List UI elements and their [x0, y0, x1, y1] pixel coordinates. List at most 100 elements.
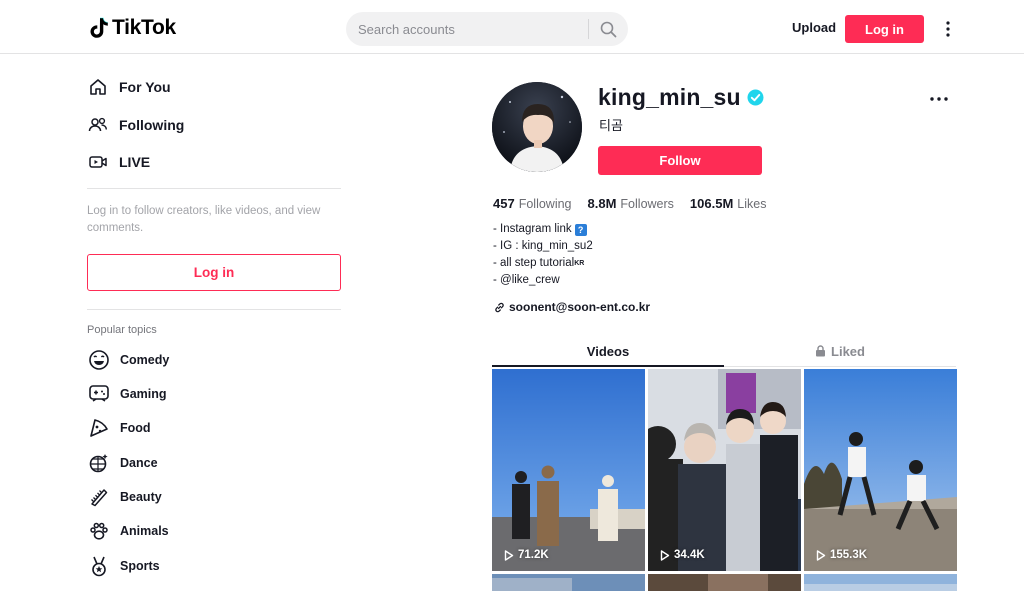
topic-label: Comedy [120, 353, 170, 367]
popular-topics-title: Popular topics [87, 324, 157, 336]
topic-comedy[interactable]: Comedy [87, 347, 169, 373]
profile-username-row: king_min_su [598, 84, 764, 111]
sidebar-divider [87, 188, 341, 189]
video-thumbnail [492, 369, 645, 571]
profile-avatar [492, 82, 582, 172]
nav-following[interactable]: Following [87, 110, 184, 140]
bio-text: - all step tutorial [493, 257, 575, 269]
search-button[interactable] [589, 12, 628, 46]
topic-label: Dance [120, 456, 158, 470]
bio-line: - Instagram link? [493, 221, 593, 238]
question-mark-emoji-icon: ? [574, 224, 587, 236]
gamepad-icon [87, 382, 111, 406]
tiktok-logo[interactable]: TikTok [89, 16, 176, 40]
vertical-dots-icon [946, 21, 950, 37]
sidebar-divider [87, 309, 341, 310]
pizza-icon [87, 416, 111, 440]
upload-link[interactable]: Upload [782, 16, 846, 40]
nav-label: LIVE [119, 154, 151, 170]
verified-check-icon [747, 89, 764, 106]
smile-icon [87, 348, 111, 372]
paw-icon [87, 519, 111, 543]
search-input[interactable] [358, 12, 586, 46]
tabs-divider [724, 366, 956, 367]
topic-gaming[interactable]: Gaming [87, 381, 167, 407]
lock-icon [816, 345, 826, 357]
view-count-text: 34.4K [674, 549, 705, 561]
bio-text: - Instagram link [493, 223, 572, 235]
kr-flag-text: KR [574, 260, 585, 267]
topic-animals[interactable]: Animals [87, 518, 169, 544]
stat-likes: 106.5M Likes [690, 196, 767, 211]
play-icon [660, 549, 670, 561]
likes-count: 106.5M [689, 196, 734, 211]
video-card[interactable]: 34.4K [648, 369, 801, 571]
profile-tabs: Videos Liked [492, 336, 956, 367]
video-thumbnail [492, 574, 645, 591]
topic-label: Sports [120, 559, 160, 573]
topic-dance[interactable]: Dance [87, 450, 158, 476]
nav-for-you[interactable]: For You [87, 72, 171, 102]
topic-food[interactable]: Food [87, 415, 151, 441]
stat-followers[interactable]: 8.8M Followers [588, 196, 674, 211]
video-thumbnail [648, 574, 801, 591]
view-count-text: 71.2K [518, 549, 549, 561]
home-icon [87, 76, 109, 98]
search-bar [346, 12, 628, 46]
topic-label: Animals [120, 524, 169, 538]
view-count-text: 155.3K [830, 549, 868, 561]
search-icon [600, 21, 617, 37]
tab-liked-label: Liked [831, 343, 865, 359]
video-card-partial[interactable] [648, 574, 801, 591]
topic-label: Gaming [120, 387, 167, 401]
topic-beauty[interactable]: Beauty [87, 484, 162, 510]
video-thumbnail [804, 574, 957, 591]
profile-link[interactable]: soonent@soon-ent.co.kr [494, 300, 650, 314]
profile-display-name: 티곰 [599, 119, 623, 134]
nav-live[interactable]: LIVE [87, 147, 150, 177]
profile-stats: 457 Following 8.8M Followers 106.5M Likes [493, 196, 766, 211]
tab-liked[interactable]: Liked [724, 336, 956, 366]
medal-icon [87, 554, 111, 578]
followers-label: Followers [620, 197, 674, 211]
horizontal-dots-icon [930, 97, 948, 101]
logo-text: TikTok [112, 16, 176, 39]
video-card[interactable]: 71.2K [492, 369, 645, 571]
profile-more-button[interactable] [928, 90, 950, 108]
people-icon [87, 114, 109, 136]
login-button-sidebar[interactable]: Log in [87, 254, 341, 291]
video-card[interactable]: 155.3K [804, 369, 957, 571]
stat-following[interactable]: 457 Following [493, 196, 572, 211]
live-icon [87, 151, 109, 173]
top-header: TikTok Upload Log in [0, 0, 1024, 54]
topic-label: Beauty [120, 490, 162, 504]
view-count: 34.4K [660, 549, 705, 561]
login-hint: Log in to follow creators, like videos, … [87, 205, 321, 234]
comb-icon [87, 485, 111, 509]
bio-line: - IG : king_min_su2 [493, 240, 593, 252]
topic-label: Food [120, 421, 151, 435]
link-icon [495, 302, 504, 312]
nav-label: Following [119, 117, 185, 133]
play-icon [816, 549, 826, 561]
video-thumbnail [648, 369, 801, 571]
more-options-button[interactable] [938, 18, 958, 40]
nav-label: For You [119, 79, 171, 95]
profile-bio: - Instagram link? - IG : king_min_su2 - … [493, 221, 593, 289]
active-tab-indicator [492, 365, 724, 367]
follow-button[interactable]: Follow [598, 146, 762, 175]
disco-ball-icon [87, 451, 111, 475]
tab-videos[interactable]: Videos [492, 336, 724, 366]
view-count: 155.3K [816, 549, 867, 561]
video-card-partial[interactable] [804, 574, 957, 591]
profile-username: king_min_su [598, 84, 741, 110]
following-count: 457 [493, 196, 515, 211]
likes-label: Likes [737, 197, 767, 211]
topic-sports[interactable]: Sports [87, 553, 160, 579]
followers-count: 8.8M [587, 196, 617, 211]
following-label: Following [518, 197, 572, 211]
video-card-partial[interactable] [492, 574, 645, 591]
bio-line: - all step tutorialKR [493, 255, 593, 272]
view-count: 71.2K [504, 549, 549, 561]
login-button-header[interactable]: Log in [845, 15, 924, 43]
